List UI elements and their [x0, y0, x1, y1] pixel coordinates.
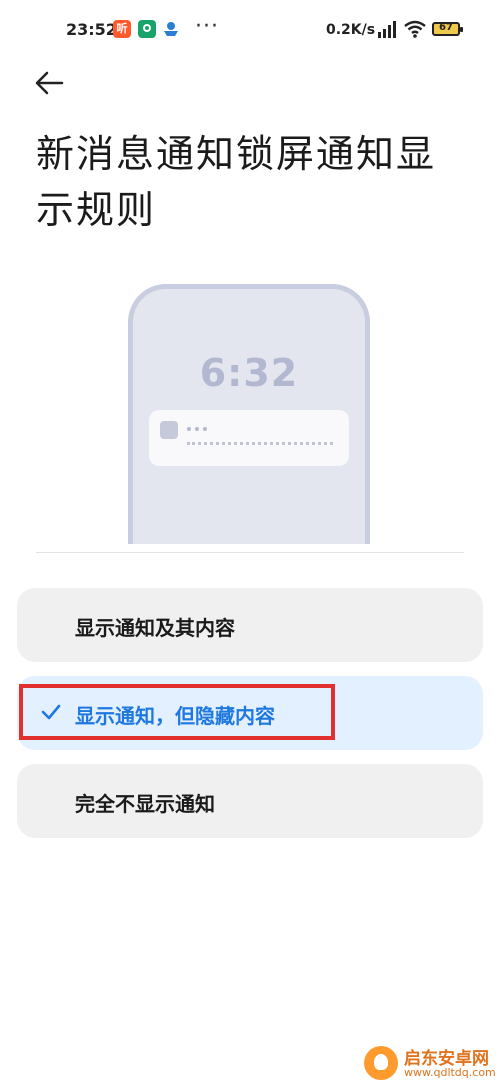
more-notifications-icon: ··· — [195, 14, 219, 39]
option-hide-content[interactable]: 显示通知，但隐藏内容 — [17, 676, 483, 750]
battery-level: 67 — [439, 22, 453, 33]
battery-icon: 67 — [432, 22, 463, 36]
news-app-icon: 听 — [113, 20, 131, 38]
notification-body-placeholder — [187, 442, 333, 449]
option-label: 完全不显示通知 — [75, 792, 215, 816]
back-button[interactable] — [34, 66, 74, 100]
status-time: 23:52 — [66, 20, 117, 39]
divider — [36, 552, 464, 553]
shield-app-icon — [138, 20, 156, 38]
notification-title-placeholder — [187, 427, 207, 435]
lockscreen-illustration: 6:32 — [128, 284, 370, 544]
option-label: 显示通知，但隐藏内容 — [75, 704, 275, 728]
status-bar: 23:52 听 ··· 0.2K/s 67 — [0, 0, 500, 62]
option-hide-notifications[interactable]: 完全不显示通知 — [17, 764, 483, 838]
page-title: 新消息通知锁屏通知显示规则 — [36, 132, 437, 232]
option-label: 显示通知及其内容 — [75, 616, 235, 640]
check-icon — [41, 704, 61, 720]
watermark-url: www.qdltdq.com — [404, 1066, 496, 1079]
signal-icon — [378, 21, 396, 38]
boat-app-icon — [162, 20, 180, 38]
illustration-notification-card — [149, 410, 349, 466]
watermark-logo-icon — [364, 1046, 398, 1080]
illustration-time: 6:32 — [199, 351, 299, 395]
option-show-content[interactable]: 显示通知及其内容 — [17, 588, 483, 662]
network-speed: 0.2K/s — [326, 22, 376, 38]
back-arrow-icon — [35, 71, 64, 95]
wifi-icon — [404, 20, 426, 38]
notification-app-icon — [160, 421, 178, 439]
